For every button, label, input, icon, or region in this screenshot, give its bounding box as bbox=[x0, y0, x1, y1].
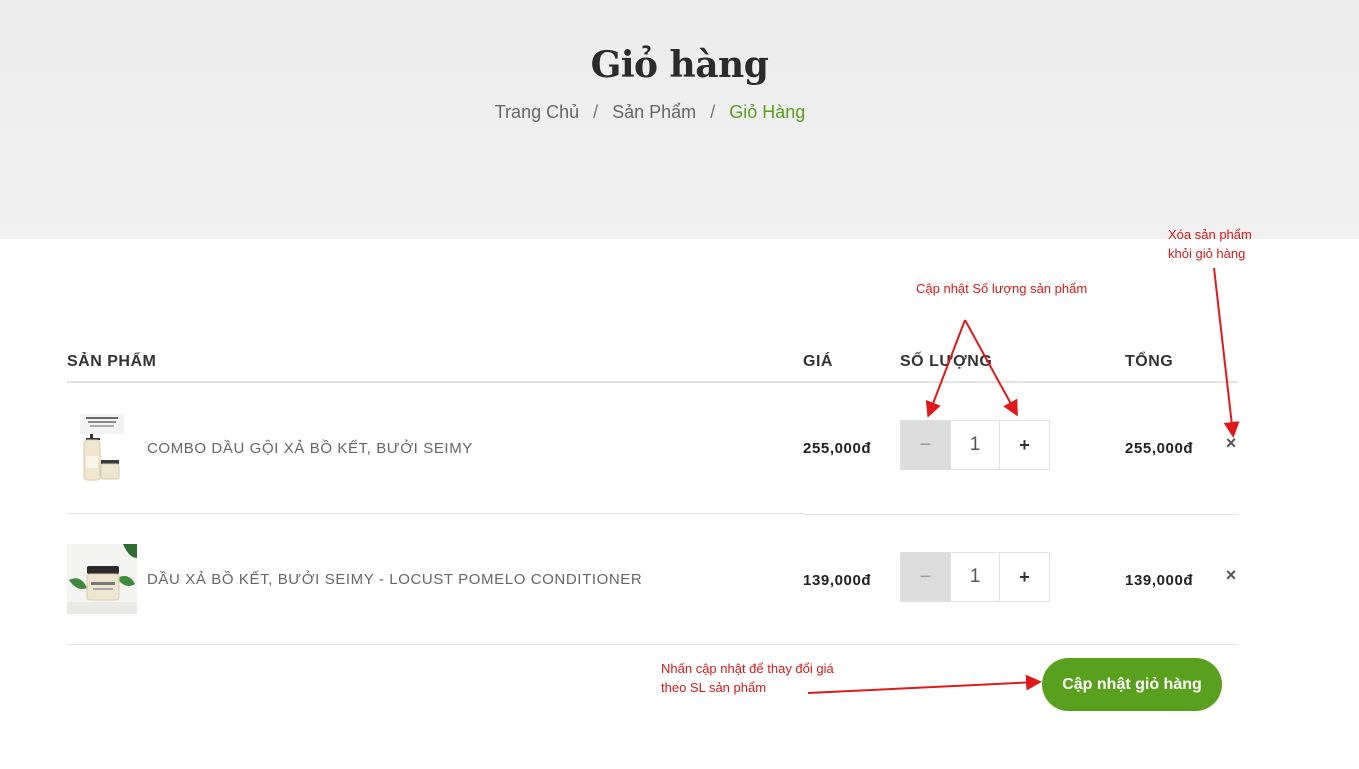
arrow-to-update bbox=[807, 674, 1042, 694]
annotation-arrows bbox=[807, 267, 1240, 694]
arrow-to-increase bbox=[964, 319, 1018, 417]
arrow-to-remove bbox=[1213, 267, 1240, 438]
arrow-to-decrease bbox=[925, 319, 966, 418]
cart-page: Giỏ hàng Trang Chủ / Sản Phẩm / Giỏ Hàng SẢN… bbox=[0, 0, 1359, 769]
